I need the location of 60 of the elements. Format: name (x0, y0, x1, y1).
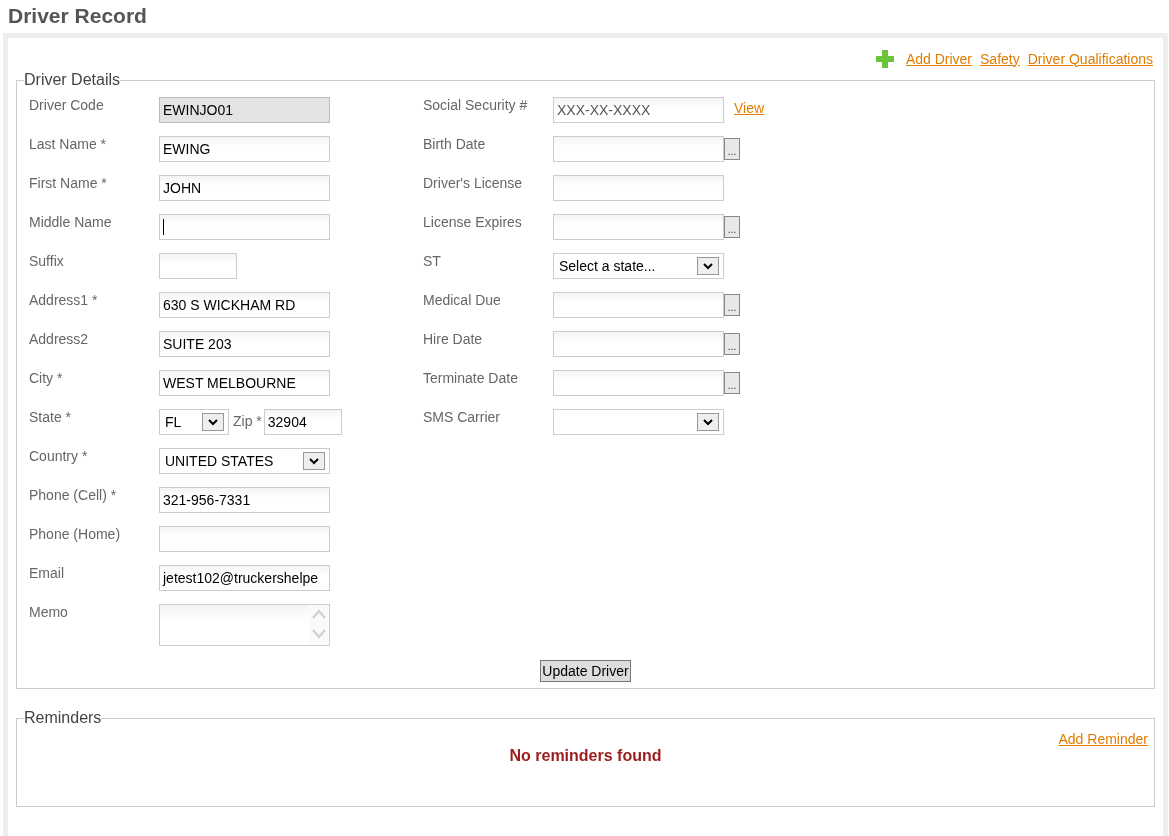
field-label: Address2 (29, 331, 90, 349)
text-field[interactable] (159, 526, 330, 552)
field-label: Medical Due (423, 292, 502, 310)
update-driver-button[interactable]: Update Driver (540, 660, 631, 682)
section-legend: Driver Details (24, 71, 120, 89)
text-field[interactable]: 630 S WICKHAM RD (159, 292, 330, 318)
date-picker-button[interactable]: ... (724, 333, 740, 355)
text-field[interactable]: 321-956-7331 (159, 487, 330, 513)
field-label: Last Name * (29, 136, 108, 154)
text-field[interactable]: jetest102@truckershelpe (159, 565, 330, 591)
memo-field[interactable] (159, 604, 330, 646)
date-field[interactable] (553, 214, 724, 240)
field-label: Driver Code (29, 97, 105, 115)
field-label: Middle Name (29, 214, 113, 232)
field-label: ST (423, 253, 442, 271)
text-field[interactable] (159, 253, 237, 279)
date-field[interactable] (553, 292, 724, 318)
state-select[interactable]: FL (159, 409, 229, 435)
field-label: First Name * (29, 175, 108, 193)
date-field[interactable] (553, 370, 724, 396)
page-title: Driver Record (7, 3, 148, 29)
field-label: Email (29, 565, 65, 583)
date-picker-button[interactable]: ... (724, 216, 740, 238)
field-label: SMS Carrier (423, 409, 501, 427)
field-label: Phone (Home) (29, 526, 122, 544)
field-label: Hire Date (423, 331, 484, 349)
plus-icon (875, 49, 894, 68)
field-label: City * (29, 370, 64, 388)
field-label: Phone (Cell) * (29, 487, 118, 505)
text-field[interactable] (553, 175, 724, 201)
scroll-arrows-icon (309, 605, 329, 643)
zip-label: Zip * (233, 413, 262, 429)
text-field[interactable]: JOHN (159, 175, 330, 201)
text-field[interactable] (159, 214, 330, 240)
date-picker-button[interactable]: ... (724, 372, 740, 394)
field-label: Suffix (29, 253, 65, 271)
select-field[interactable]: UNITED STATES (159, 448, 330, 474)
text-field[interactable]: WEST MELBOURNE (159, 370, 330, 396)
date-field[interactable] (553, 331, 724, 357)
field-label: State * (29, 409, 73, 427)
field-label: Memo (29, 604, 69, 622)
date-picker-button[interactable]: ... (724, 138, 740, 160)
text-field[interactable]: SUITE 203 (159, 331, 330, 357)
field-label: Country * (29, 448, 89, 466)
field-label: License Expires (423, 214, 523, 232)
select-field[interactable]: Select a state... (553, 253, 724, 279)
field-label: Terminate Date (423, 370, 519, 388)
ssn-field[interactable]: XXX-XX-XXXX (553, 97, 724, 123)
text-field[interactable]: EWING (159, 136, 330, 162)
empty-message: No reminders found (508, 747, 663, 765)
date-picker-button[interactable]: ... (724, 294, 740, 316)
field-label: Driver's License (423, 175, 524, 193)
driver-code-field[interactable]: EWINJO01 (159, 97, 330, 123)
field-label: Social Security # (423, 97, 529, 115)
zip-field[interactable]: 32904 (263, 409, 342, 435)
field-label: Address1 * (29, 292, 99, 310)
field-label: Birth Date (423, 136, 487, 154)
section-legend: Reminders (24, 709, 102, 727)
select-field[interactable] (553, 409, 724, 435)
date-field[interactable] (553, 136, 724, 162)
